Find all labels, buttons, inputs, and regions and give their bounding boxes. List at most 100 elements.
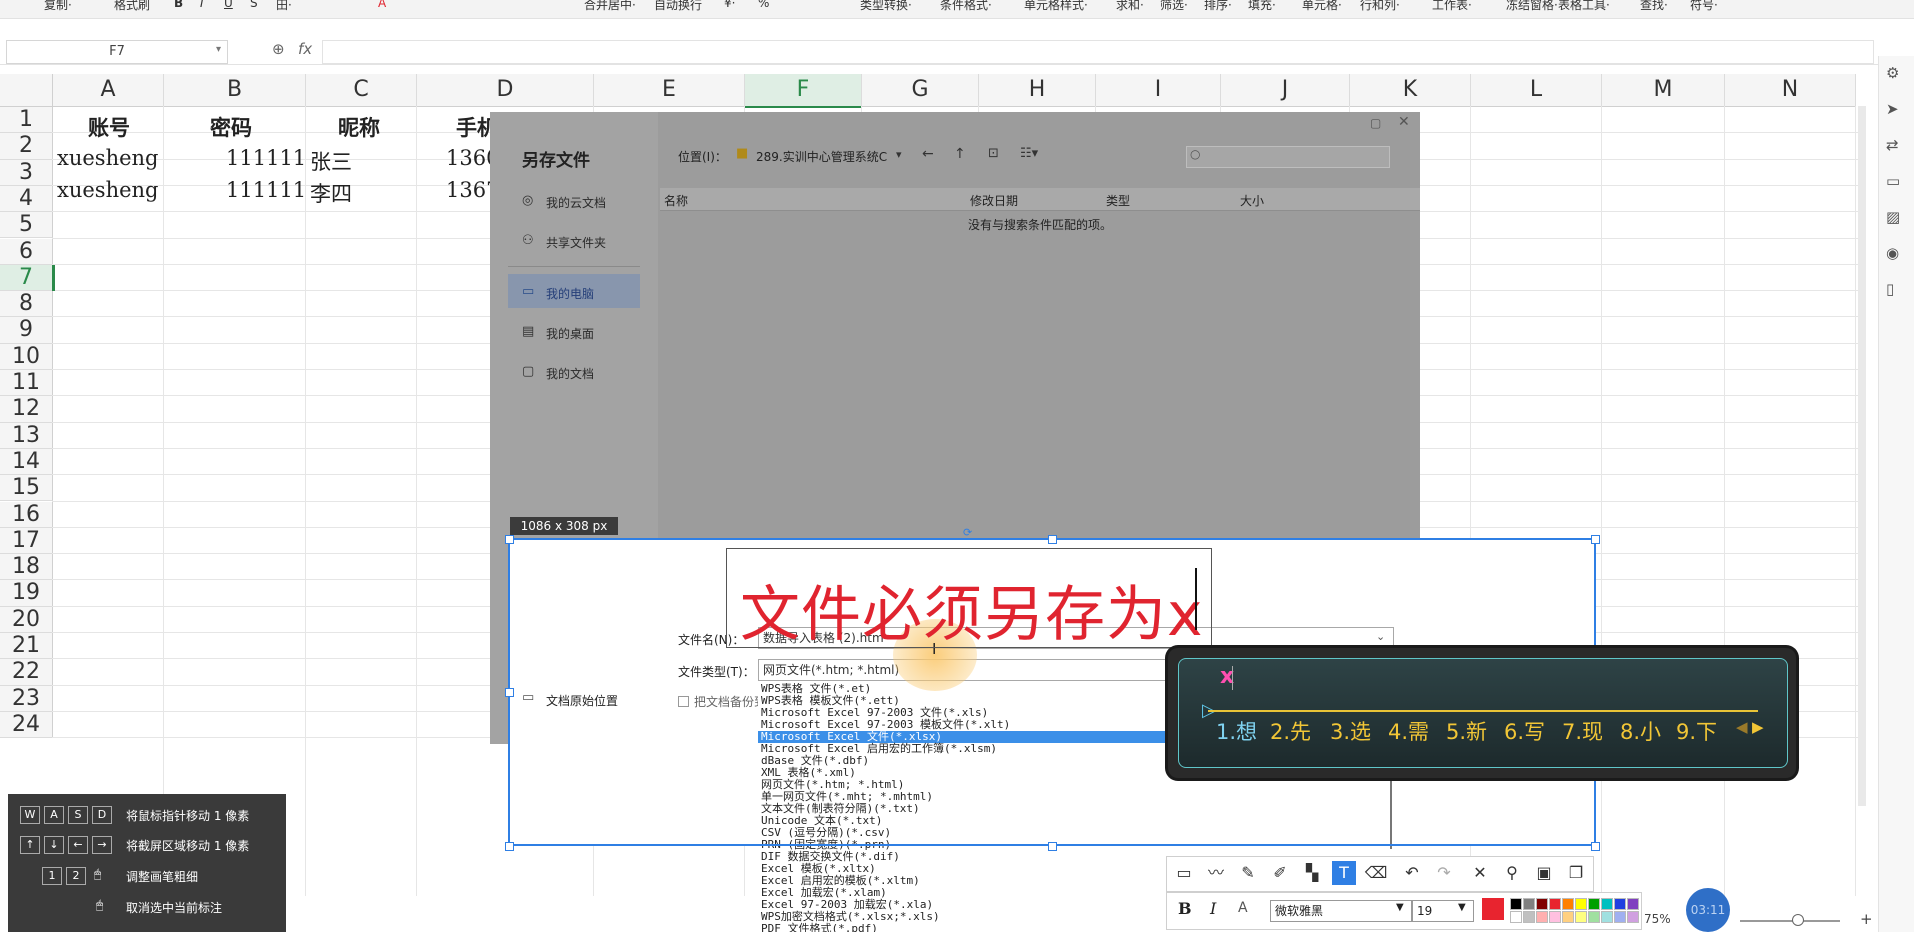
zoom-slider-thumb[interactable]	[1792, 914, 1804, 926]
sidebar-item-documents[interactable]: 我的文档	[546, 365, 594, 382]
save-icon[interactable]: ▣	[1532, 861, 1556, 885]
row-header[interactable]: 17	[0, 527, 53, 555]
select-all-corner[interactable]	[0, 74, 53, 107]
close-icon[interactable]: ✕	[1398, 114, 1410, 130]
adjust-icon[interactable]: ⇄	[1886, 136, 1899, 154]
col-type-header[interactable]: 类型	[1106, 192, 1130, 209]
currency-button[interactable]: ¥·	[724, 0, 735, 10]
italic-button[interactable]: I	[200, 0, 204, 10]
sum-button[interactable]: 求和·	[1116, 0, 1144, 13]
cell-button[interactable]: 单元格·	[1302, 0, 1342, 13]
line-icon[interactable]: 〰	[1204, 861, 1228, 885]
location-dropdown-icon[interactable]: ▾	[896, 148, 902, 161]
color-swatch[interactable]	[1523, 898, 1535, 910]
cell-a2[interactable]: xuesheng	[57, 146, 159, 170]
row-header[interactable]: 1	[0, 107, 53, 134]
row-header[interactable]: 16	[0, 501, 53, 528]
color-swatch[interactable]	[1536, 911, 1548, 923]
resize-handle-sw[interactable]	[505, 842, 514, 851]
column-header-selected[interactable]: F	[745, 74, 862, 108]
shape-icon[interactable]: ▭	[1172, 861, 1196, 885]
cell-a1[interactable]: 账号	[88, 112, 130, 142]
eraser-icon[interactable]: ⌫	[1364, 861, 1388, 885]
row-header[interactable]: 12	[0, 396, 53, 423]
row-header[interactable]: 24	[0, 711, 53, 739]
resize-handle-s[interactable]	[1048, 842, 1057, 851]
row-header[interactable]: 6	[0, 238, 53, 265]
sidebar-item-my-computer[interactable]: 我的电脑	[546, 285, 594, 302]
ime-candidate[interactable]: 4.需	[1388, 716, 1429, 746]
current-color-swatch[interactable]	[1482, 898, 1504, 920]
color-swatch[interactable]	[1588, 898, 1600, 910]
column-header[interactable]: C	[306, 74, 417, 107]
column-header[interactable]: D	[417, 74, 594, 107]
rotate-handle-icon[interactable]: ⟳	[963, 526, 972, 539]
column-header[interactable]: E	[594, 74, 745, 107]
ime-candidate[interactable]: 1.想	[1216, 716, 1257, 746]
color-swatch[interactable]	[1575, 911, 1587, 923]
pointer-icon[interactable]: ➤	[1886, 100, 1899, 118]
column-header[interactable]: B	[164, 74, 306, 107]
fill-button[interactable]: 填充·	[1248, 0, 1276, 13]
column-header[interactable]: A	[53, 74, 164, 107]
col-name-header[interactable]: 名称	[664, 192, 688, 209]
color-swatch[interactable]	[1549, 911, 1561, 923]
row-header[interactable]: 9	[0, 317, 53, 344]
cell-c2[interactable]: 张三	[310, 146, 352, 176]
column-header[interactable]: H	[979, 74, 1096, 107]
ime-candidate[interactable]: 8.小	[1620, 716, 1661, 746]
cell-c3[interactable]: 李四	[310, 178, 352, 208]
color-swatch[interactable]	[1627, 898, 1639, 910]
percent-button[interactable]: %	[758, 0, 769, 10]
highlighter-icon[interactable]: ✐	[1268, 861, 1292, 885]
find-button[interactable]: 查找·	[1640, 0, 1668, 13]
fx-icon[interactable]: fx	[298, 40, 312, 58]
row-header[interactable]: 19	[0, 580, 53, 607]
new-folder-icon[interactable]: ⊡	[988, 146, 999, 161]
ime-candidate[interactable]: 7.现	[1562, 716, 1603, 746]
location-icon[interactable]: ◉	[1886, 244, 1899, 262]
resize-handle-n[interactable]	[1048, 535, 1057, 544]
ime-candidate[interactable]: 3.选	[1330, 716, 1371, 746]
formula-input[interactable]	[322, 40, 1874, 64]
zoom-in-icon[interactable]: +	[1860, 910, 1873, 928]
color-swatch[interactable]	[1614, 898, 1626, 910]
bold-button[interactable]: B	[174, 0, 183, 10]
column-header[interactable]: L	[1471, 74, 1602, 107]
font-select[interactable]: 微软雅黑	[1270, 900, 1412, 922]
location-value[interactable]: 289.实训中心管理系统C	[756, 148, 887, 165]
up-icon[interactable]: ↑	[954, 146, 966, 162]
color-swatch[interactable]	[1536, 898, 1548, 910]
cell-c1[interactable]: 昵称	[338, 112, 380, 142]
row-header[interactable]: 4	[0, 185, 53, 213]
book-icon[interactable]: ▯	[1886, 280, 1894, 298]
name-box-dropdown-icon[interactable]: ▾	[216, 44, 221, 55]
sidebar-item-desktop[interactable]: 我的桌面	[546, 325, 594, 342]
row-header[interactable]: 13	[0, 422, 53, 449]
row-header[interactable]: 5	[0, 212, 53, 239]
ime-candidate[interactable]: 9.下	[1676, 716, 1717, 746]
col-date-header[interactable]: 修改日期	[970, 192, 1018, 209]
view-mode-icon[interactable]: ☷▾	[1020, 146, 1038, 161]
italic-toggle[interactable]: I	[1210, 899, 1216, 918]
border-button[interactable]: 田·	[276, 0, 292, 13]
text-tool-icon[interactable]: T	[1332, 861, 1356, 885]
font-dropdown-icon[interactable]: ▼	[1396, 902, 1404, 913]
sort-button[interactable]: 排序·	[1204, 0, 1232, 13]
search-input[interactable]	[1186, 146, 1390, 168]
ime-candidate[interactable]: 5.新	[1446, 716, 1487, 746]
size-dropdown-icon[interactable]: ▼	[1458, 902, 1466, 913]
row-header[interactable]: 8	[0, 291, 53, 318]
cell-style-button[interactable]: 单元格样式·	[1024, 0, 1088, 13]
col-size-header[interactable]: 大小	[1240, 192, 1264, 209]
cell-a3[interactable]: xuesheng	[57, 178, 159, 202]
resize-handle-w[interactable]	[505, 688, 514, 697]
ime-candidate[interactable]: 6.写	[1504, 716, 1545, 746]
settings-icon[interactable]: ⚙	[1886, 64, 1899, 82]
mosaic-icon[interactable]: ▚	[1300, 861, 1324, 885]
resize-handle-nw[interactable]	[505, 535, 514, 544]
column-header[interactable]: G	[862, 74, 979, 107]
row-col-button[interactable]: 行和列·	[1360, 0, 1400, 13]
column-header[interactable]: M	[1602, 74, 1725, 107]
cancel-icon[interactable]: ✕	[1468, 861, 1492, 885]
